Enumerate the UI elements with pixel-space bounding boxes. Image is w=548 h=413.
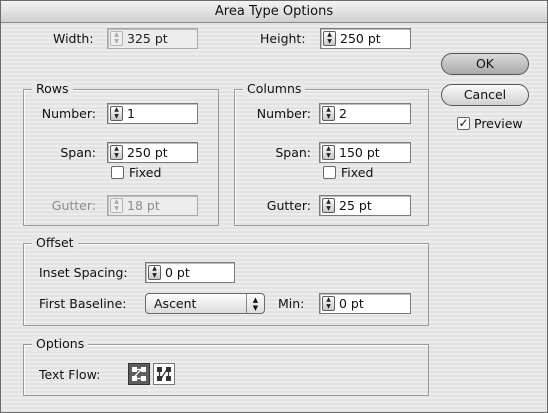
columns-gutter-spinner-icon[interactable]: ▲ ▼ <box>322 198 335 213</box>
rows-number-field[interactable]: ▲ ▼ 1 <box>107 103 198 124</box>
text-flow-by-rows-button[interactable] <box>128 363 150 385</box>
inset-spacing-spinner-icon[interactable]: ▲ ▼ <box>148 265 161 280</box>
ok-button[interactable]: OK <box>441 53 529 75</box>
offset-legend: Offset <box>32 235 78 251</box>
rows-gutter-field: ▲ ▼ 18 pt <box>107 195 198 216</box>
rows-span-spinner-icon[interactable]: ▲ ▼ <box>110 145 123 160</box>
dialog-title: Area Type Options <box>1 1 547 23</box>
columns-gutter-label: Gutter: <box>266 198 311 213</box>
height-field[interactable]: ▲ ▼ 250 pt <box>320 28 411 49</box>
options-legend: Options <box>32 336 89 352</box>
preview-label: Preview <box>474 116 523 131</box>
min-spinner-icon[interactable]: ▲ ▼ <box>322 296 335 311</box>
cancel-button[interactable]: Cancel <box>441 84 529 106</box>
rows-span-field[interactable]: ▲ ▼ 250 pt <box>107 142 198 163</box>
columns-span-label: Span: <box>275 145 311 160</box>
min-field[interactable]: ▲ ▼ 0 pt <box>319 293 411 314</box>
width-spinner-icon: ▲ ▼ <box>110 31 123 46</box>
width-field: ▲ ▼ 325 pt <box>107 28 198 49</box>
rows-number-spinner-icon[interactable]: ▲ ▼ <box>110 106 123 121</box>
rows-span-label: Span: <box>60 145 96 160</box>
min-label: Min: <box>278 296 305 311</box>
first-baseline-label: First Baseline: <box>39 296 127 311</box>
preview-checkbox[interactable]: ✓ <box>457 117 470 130</box>
columns-fixed-label: Fixed <box>341 165 374 180</box>
flow-by-columns-icon <box>157 366 171 382</box>
columns-number-spinner-icon[interactable]: ▲ ▼ <box>322 106 335 121</box>
rows-number-label: Number: <box>41 106 96 121</box>
rows-fixed-label: Fixed <box>129 165 162 180</box>
columns-number-label: Number: <box>256 106 311 121</box>
rows-legend: Rows <box>32 81 73 97</box>
rows-fixed-checkbox[interactable] <box>111 166 124 179</box>
inset-spacing-label: Inset Spacing: <box>39 265 128 280</box>
select-arrows-icon: ▲ ▼ <box>246 294 264 313</box>
columns-span-field[interactable]: ▲ ▼ 150 pt <box>319 142 411 163</box>
first-baseline-select[interactable]: Ascent ▲ ▼ <box>145 293 265 314</box>
inset-spacing-field[interactable]: ▲ ▼ 0 pt <box>145 262 235 283</box>
rows-gutter-label: Gutter: <box>51 198 96 213</box>
height-label: Height: <box>260 31 306 46</box>
columns-number-field[interactable]: ▲ ▼ 2 <box>319 103 411 124</box>
flow-by-rows-icon <box>132 367 146 381</box>
columns-span-spinner-icon[interactable]: ▲ ▼ <box>322 145 335 160</box>
columns-gutter-field[interactable]: ▲ ▼ 25 pt <box>319 195 411 216</box>
text-flow-label: Text Flow: <box>39 367 101 382</box>
columns-legend: Columns <box>243 81 306 97</box>
text-flow-by-columns-button[interactable] <box>153 363 175 385</box>
area-type-options-dialog: Area Type Options Width: ▲ ▼ 325 pt Heigh… <box>0 0 548 413</box>
columns-fixed-checkbox[interactable] <box>323 166 336 179</box>
height-spinner-icon[interactable]: ▲ ▼ <box>323 31 336 46</box>
width-label: Width: <box>53 31 94 46</box>
rows-gutter-spinner-icon: ▲ ▼ <box>110 198 123 213</box>
